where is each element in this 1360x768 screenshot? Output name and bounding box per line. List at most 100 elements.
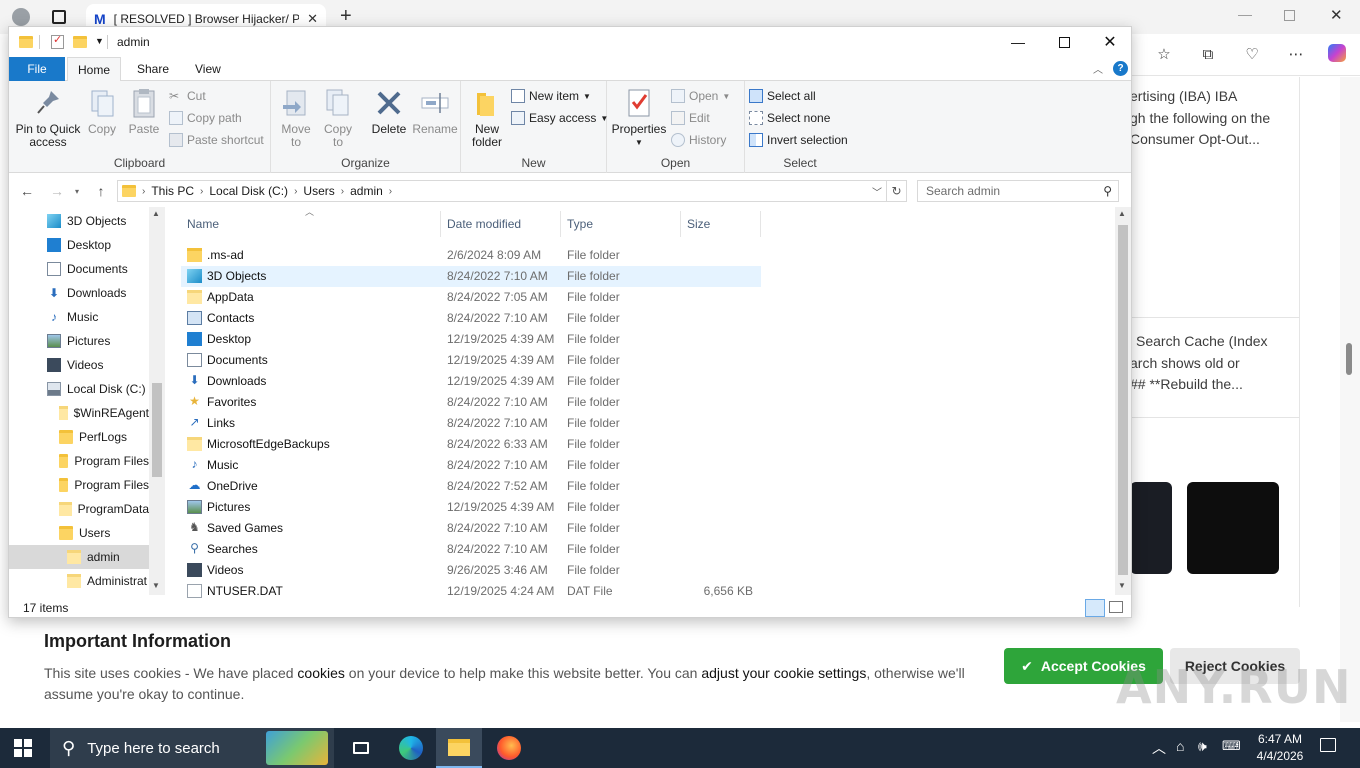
move-to-button[interactable]: Move to [279, 87, 313, 149]
tab-share[interactable]: Share [127, 57, 179, 81]
breadcrumb-users[interactable]: Users [303, 184, 334, 198]
browser-essentials-icon[interactable]: ♡ [1242, 44, 1262, 64]
browser-minimize-icon[interactable]: — [1238, 6, 1252, 22]
cookie-settings-link[interactable]: adjust your cookie settings [701, 665, 866, 681]
scrollbar-thumb[interactable] [1346, 343, 1352, 375]
tab-home[interactable]: Home [67, 57, 122, 82]
profile-icon[interactable] [12, 8, 30, 26]
breadcrumb-this-pc[interactable]: This PC [151, 184, 194, 198]
nav-item-program-files[interactable]: Program Files [9, 449, 149, 473]
file-row[interactable]: .ms-ad 2/6/2024 8:09 AM File folder [181, 245, 761, 266]
network-icon[interactable]: ⌂ [1176, 738, 1184, 754]
file-row[interactable]: ⬇ Downloads 12/19/2025 4:39 AM File folder [181, 371, 761, 392]
up-arrow-icon[interactable]: ↑ [91, 181, 111, 201]
maximize-icon[interactable] [1041, 27, 1087, 57]
browser-close-icon[interactable]: ✕ [1330, 6, 1343, 24]
file-row[interactable]: Pictures 12/19/2025 4:39 AM File folder [181, 497, 761, 518]
easy-access-button[interactable]: Easy access ▼ [511, 111, 608, 125]
breadcrumb-separator-icon[interactable]: › [294, 186, 297, 197]
scroll-up-icon[interactable]: ▲ [1118, 209, 1126, 218]
input-indicator-icon[interactable]: ⌨ [1222, 738, 1241, 754]
breadcrumb-admin[interactable]: admin [350, 184, 383, 198]
column-header-date[interactable]: Date modified [441, 211, 561, 237]
nav-scrollbar-thumb[interactable] [152, 383, 162, 477]
column-header-name[interactable]: Name [181, 211, 441, 237]
customize-qat-icon[interactable]: ▼ [95, 36, 104, 46]
taskbar-clock[interactable]: 6:47 AM 4/4/2026 [1244, 731, 1316, 765]
browser-scrollbar[interactable] [1340, 77, 1360, 722]
invert-selection-button[interactable]: Invert selection [749, 133, 848, 147]
new-item-button[interactable]: New item ▼ [511, 89, 591, 103]
nav-item-documents[interactable]: Documents [9, 257, 149, 281]
file-row[interactable]: ★ Favorites 8/24/2022 7:10 AM File folder [181, 392, 761, 413]
breadcrumb-local-disk[interactable]: Local Disk (C:) [209, 184, 288, 198]
file-row[interactable]: MicrosoftEdgeBackups 8/24/2022 6:33 AM Fil… [181, 434, 761, 455]
minimize-icon[interactable]: — [995, 27, 1041, 57]
breadcrumb-separator-icon[interactable]: › [341, 186, 344, 197]
nav-item-pictures[interactable]: Pictures [9, 329, 149, 353]
address-dropdown-icon[interactable]: ﹀ [872, 184, 882, 199]
firefox-taskbar-icon[interactable] [486, 728, 532, 768]
taskbar-search-input[interactable]: ⚲ Type here to search [50, 728, 334, 768]
volume-icon[interactable]: 🕪 [1198, 738, 1207, 755]
file-row[interactable]: ☁ OneDrive 8/24/2022 7:52 AM File folder [181, 476, 761, 497]
tab-file[interactable]: File [9, 57, 65, 81]
favorites-star-icon[interactable]: ☆ [1154, 44, 1174, 64]
breadcrumb-separator-icon[interactable]: › [389, 186, 392, 197]
file-row[interactable]: Contacts 8/24/2022 7:10 AM File folder [181, 308, 761, 329]
file-row[interactable]: Desktop 12/19/2025 4:39 AM File folder [181, 329, 761, 350]
column-header-type[interactable]: Type [561, 211, 681, 237]
copy-button[interactable]: Copy [85, 87, 119, 136]
nav-item-admin[interactable]: admin [9, 545, 149, 569]
close-tab-icon[interactable]: ✕ [307, 11, 318, 27]
file-row[interactable]: ↗ Links 8/24/2022 7:10 AM File folder [181, 413, 761, 434]
nav-item-desktop[interactable]: Desktop [9, 233, 149, 257]
open-button[interactable]: Open ▼ [671, 89, 730, 103]
browser-restore-icon[interactable] [1284, 10, 1295, 21]
scroll-down-icon[interactable]: ▼ [152, 581, 160, 590]
copy-path-button[interactable]: Copy path [169, 111, 242, 125]
rename-button[interactable]: Rename [412, 87, 458, 136]
breadcrumb-separator-icon[interactable]: › [142, 186, 145, 197]
scroll-up-icon[interactable]: ▲ [152, 209, 160, 218]
video-thumbnail[interactable] [1187, 482, 1279, 574]
file-row[interactable]: 3D Objects 8/24/2022 7:10 AM File folder [181, 266, 761, 287]
tab-view[interactable]: View [185, 57, 231, 81]
back-arrow-icon[interactable]: ← [17, 181, 37, 201]
nav-item-local-disk[interactable]: Local Disk (C:) [9, 377, 149, 401]
collections-icon[interactable]: ⧉ [1198, 44, 1218, 64]
windows-start-icon[interactable] [0, 728, 46, 768]
nav-item-program-files-x86[interactable]: Program Files [9, 473, 149, 497]
history-button[interactable]: History [671, 133, 726, 147]
refresh-icon[interactable]: ↻ [887, 180, 907, 202]
properties-button[interactable]: Properties ▼ [611, 87, 667, 149]
address-bar[interactable]: › This PC › Local Disk (C:) › Users › ad… [117, 180, 887, 202]
nav-item-downloads[interactable]: ⬇ Downloads [9, 281, 149, 305]
notifications-icon[interactable] [1320, 738, 1336, 752]
edge-taskbar-icon[interactable] [388, 728, 434, 768]
nav-item-3d-objects[interactable]: 3D Objects [9, 209, 149, 233]
scroll-down-icon[interactable]: ▼ [1118, 581, 1126, 590]
column-header-size[interactable]: Size [681, 211, 761, 237]
breadcrumb-separator-icon[interactable]: › [200, 186, 203, 197]
pin-quick-access-button[interactable]: Pin to Quick access [15, 87, 81, 149]
file-row[interactable]: ♞ Saved Games 8/24/2022 7:10 AM File folder [181, 518, 761, 539]
new-folder-button[interactable]: New folder [467, 87, 507, 149]
help-icon[interactable]: ? [1113, 61, 1128, 76]
nav-item-users[interactable]: Users [9, 521, 149, 545]
file-row[interactable]: Documents 12/19/2025 4:39 AM File folder [181, 350, 761, 371]
file-row[interactable]: AppData 8/24/2022 7:05 AM File folder [181, 287, 761, 308]
video-thumbnail[interactable] [1130, 482, 1172, 574]
forward-arrow-icon[interactable]: → [47, 181, 67, 201]
nav-item-programdata[interactable]: ProgramData [9, 497, 149, 521]
select-all-button[interactable]: Select all [749, 89, 816, 103]
edit-button[interactable]: Edit [671, 111, 710, 125]
file-row[interactable]: Videos 9/26/2025 3:46 AM File folder [181, 560, 761, 581]
nav-item-music[interactable]: ♪ Music [9, 305, 149, 329]
nav-item-perflogs[interactable]: PerfLogs [9, 425, 149, 449]
show-hidden-icons-icon[interactable]: ︿ [1152, 738, 1166, 758]
large-icons-view-icon[interactable] [1109, 601, 1123, 613]
new-folder-quick-icon[interactable] [73, 36, 87, 48]
file-list-scrollbar-thumb[interactable] [1118, 225, 1128, 575]
file-row[interactable]: ⚲ Searches 8/24/2022 7:10 AM File folder [181, 539, 761, 560]
